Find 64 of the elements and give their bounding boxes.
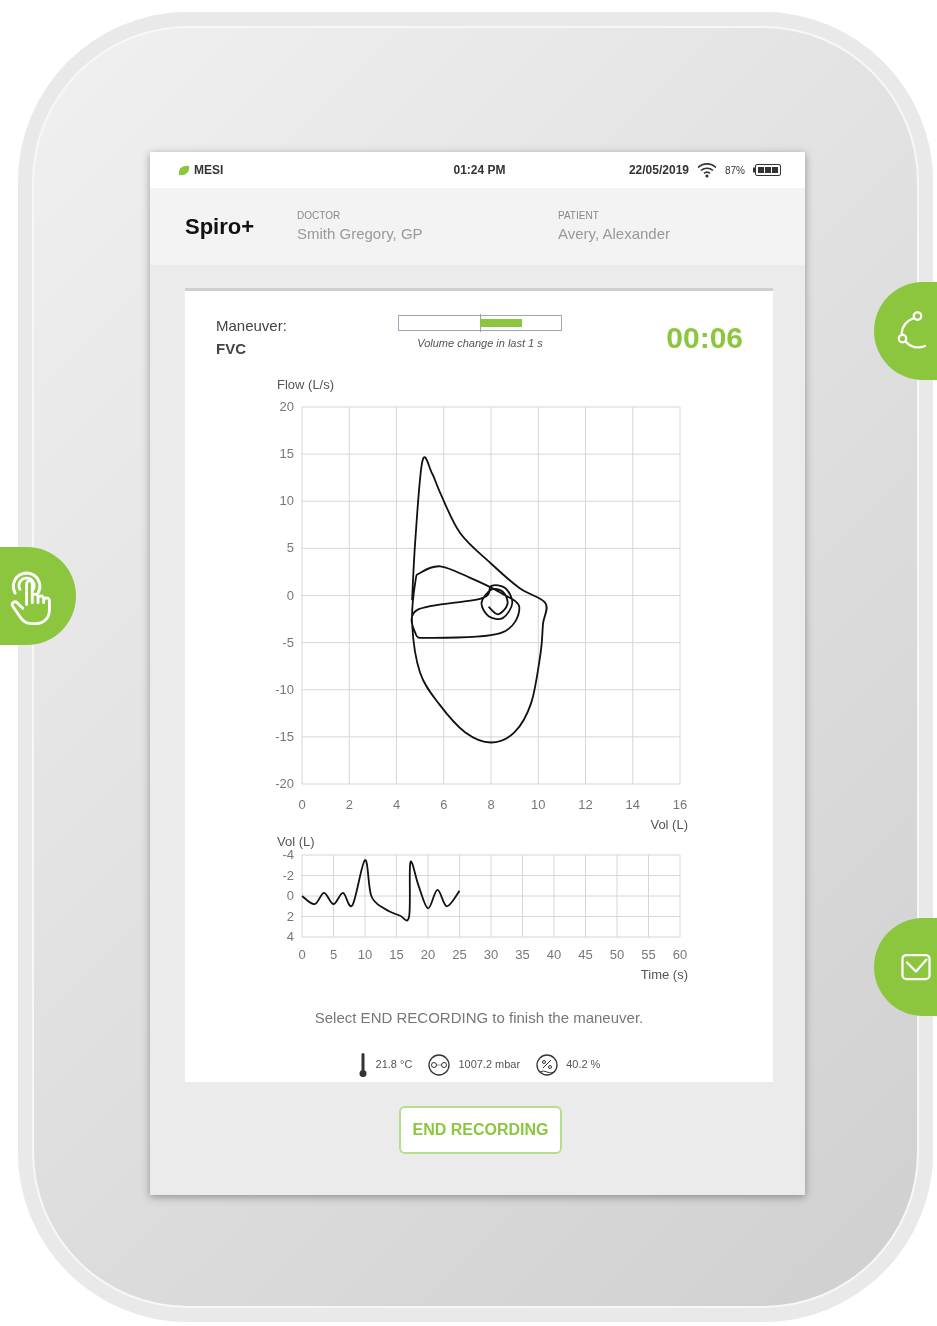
x-tick-label: 45 — [578, 947, 593, 962]
y-tick-label: 2 — [286, 908, 294, 924]
x-tick-label: 50 — [609, 947, 625, 962]
x-tick-label: 6 — [440, 797, 448, 812]
x-tick-label: 5 — [329, 947, 338, 962]
patient-label: PATIENT — [558, 208, 600, 223]
doctor-name: Smith Gregory, GP — [297, 223, 424, 244]
x-tick-label: 20 — [420, 947, 436, 962]
y-tick-label: -15 — [275, 728, 294, 744]
recording-timer: 00:06 — [666, 320, 743, 356]
volume-meter-caption: Volume change in last 1 s — [417, 336, 543, 351]
maneuver-label: Maneuver: — [216, 316, 288, 336]
x-tick-label: 4 — [392, 797, 401, 812]
x-tick-label: 10 — [531, 797, 546, 812]
y-tick-label: 5 — [286, 540, 294, 556]
y-axis-title: Flow (L/s) — [277, 377, 335, 392]
x-axis-title: Time (s) — [640, 967, 688, 982]
x-tick-label: 25 — [452, 947, 467, 962]
thermometer-icon — [357, 1051, 368, 1078]
clock-time: 01:24 PM — [453, 162, 506, 179]
y-tick-label: -5 — [282, 634, 294, 650]
sensor-reading: 40.2 % — [566, 1057, 601, 1073]
y-tick-label: 0 — [286, 587, 294, 603]
humidity-icon — [536, 1053, 559, 1076]
x-tick-label: 2 — [345, 797, 353, 812]
x-tick-label: 15 — [389, 947, 404, 962]
leaf-logo-icon — [178, 164, 190, 176]
x-tick-label: 55 — [641, 947, 656, 962]
y-tick-label: 0 — [286, 888, 294, 903]
end-recording-button[interactable]: END RECORDING — [399, 1106, 562, 1154]
y-tick-label: -10 — [275, 681, 294, 697]
battery-icon — [753, 164, 781, 176]
patient-name: Avery, Alexander — [558, 223, 670, 244]
battery-percent: 87% — [725, 163, 745, 178]
y-tick-label: 4 — [286, 929, 294, 944]
x-tick-label: 16 — [672, 797, 688, 812]
x-tick-label: 12 — [578, 797, 593, 812]
x-tick-label: 0 — [298, 797, 306, 812]
sensor-reading: 1007.2 mbar — [458, 1057, 521, 1073]
doctor-label: DOCTOR — [297, 208, 342, 223]
x-tick-label: 0 — [298, 947, 306, 962]
instruction-text: Select END RECORDING to finish the maneuver. — [313, 1008, 645, 1028]
y-tick-label: -4 — [282, 847, 294, 862]
x-tick-label: 30 — [483, 947, 499, 962]
pressure-gauge-icon — [428, 1053, 451, 1076]
y-tick-label: 15 — [279, 446, 294, 462]
x-axis-title: Vol (L) — [650, 817, 688, 832]
brand-name: MESI — [194, 162, 224, 179]
date-text: 22/05/2019 — [628, 162, 689, 179]
y-tick-label: 20 — [279, 399, 294, 414]
wifi-icon — [697, 162, 717, 178]
x-tick-label: 60 — [672, 947, 688, 962]
sensor-reading: 21.8 °C — [375, 1057, 413, 1073]
x-tick-label: 14 — [625, 797, 640, 812]
x-tick-label: 35 — [515, 947, 530, 962]
x-tick-label: 8 — [487, 797, 495, 812]
y-tick-label: 10 — [279, 493, 294, 509]
maneuver-value: FVC — [216, 338, 247, 359]
y-tick-label: -20 — [275, 776, 294, 791]
x-tick-label: 10 — [357, 947, 373, 962]
y-tick-label: -2 — [282, 867, 294, 883]
y-axis-title: Vol (L) — [277, 837, 315, 849]
app-title: Spiro+ — [185, 213, 256, 241]
x-tick-label: 40 — [546, 947, 562, 962]
